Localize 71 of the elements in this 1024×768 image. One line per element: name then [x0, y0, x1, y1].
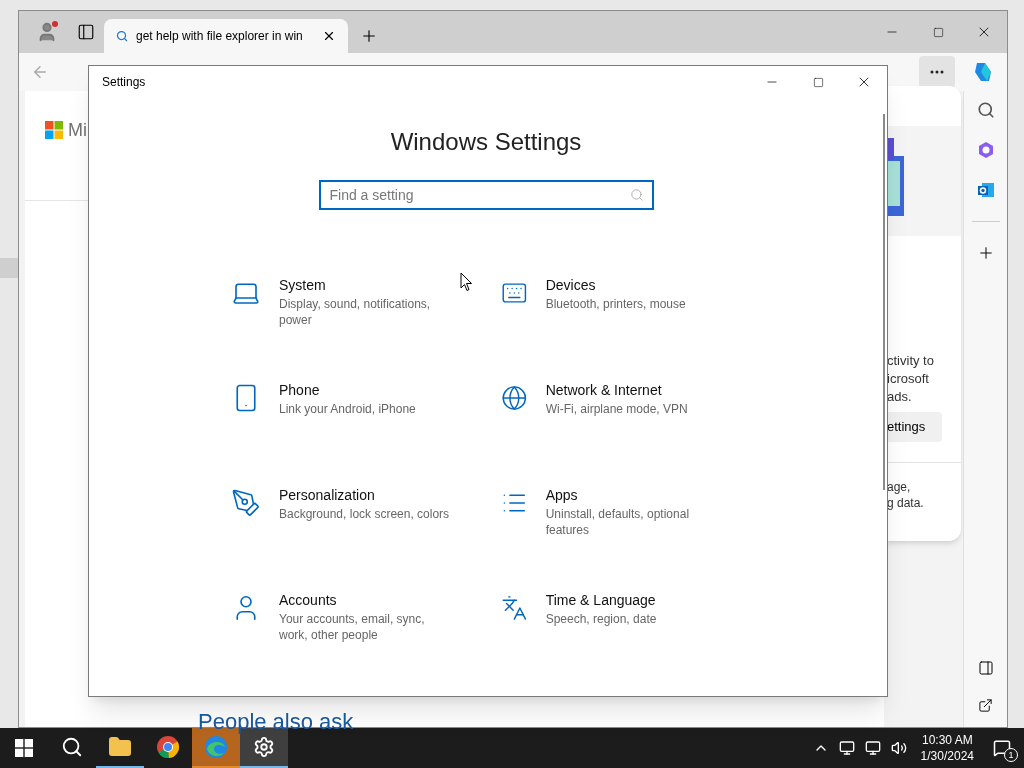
category-description: Your accounts, email, sync, work, other people	[279, 611, 426, 643]
network-icon[interactable]	[864, 740, 881, 756]
round-browser-icon	[156, 735, 180, 759]
category-name: Network & Internet	[545, 381, 663, 399]
category-description: Display, sound, notifications, power	[279, 296, 432, 328]
settings-category[interactable]: Time & Language Speech, region, date	[501, 591, 701, 696]
notifications-button[interactable]: 1	[980, 728, 1024, 768]
settings-category[interactable]: Apps Uninstall, defaults, optional features	[501, 486, 701, 591]
clock-time: 10:30 AM	[921, 732, 973, 748]
search-icon	[629, 188, 644, 202]
category-name: Apps	[545, 486, 579, 504]
settings-category[interactable]: Personalization Background, lock screen, colors	[231, 486, 501, 591]
category-description: Bluetooth, printers, mouse	[545, 296, 687, 312]
section-heading: People also ask	[197, 709, 355, 735]
search-icon[interactable]	[976, 101, 995, 119]
more-button[interactable]	[919, 56, 955, 88]
windows-logo-icon	[15, 739, 33, 757]
maximize-icon	[812, 76, 824, 88]
tab-actions-icon[interactable]	[76, 23, 95, 41]
category-name: Personalization	[279, 486, 376, 504]
chat-bubble-icon	[993, 739, 1011, 757]
settings-category[interactable]: Network & Internet Wi-Fi, airplane mode, VPN	[501, 381, 701, 486]
card-text: ads.	[887, 388, 913, 406]
wave-browser-icon	[204, 735, 228, 759]
maximize-icon	[932, 26, 944, 38]
external-link-icon[interactable]	[978, 698, 993, 713]
page-title: Windows Settings	[390, 127, 582, 157]
category-description: Link your Android, iPhone	[279, 401, 417, 417]
mouse-pointer-icon	[460, 272, 473, 292]
language-icon	[501, 593, 528, 623]
close-tab-icon[interactable]	[322, 29, 336, 43]
speaker-icon[interactable]	[890, 740, 907, 756]
card-text: icrosoft	[887, 370, 930, 388]
category-description: Speech, region, date	[545, 611, 658, 627]
search-icon	[116, 30, 128, 42]
category-name: Time & Language	[545, 591, 657, 609]
card-text: ctivity to	[887, 352, 935, 370]
tab-title: get help with file explorer in win	[136, 28, 304, 45]
browser-tab[interactable]: get help with file explorer in win	[104, 19, 348, 53]
search-field[interactable]: Find a setting	[318, 180, 654, 210]
settings-category[interactable]: Phone Link your Android, iPhone	[231, 381, 501, 486]
scrollbar-thumb[interactable]	[883, 114, 885, 490]
category-name: System	[279, 276, 327, 294]
card-text: g data.	[887, 495, 925, 511]
settings-category[interactable]: Accounts Your accounts, email, sync, work, other people	[231, 591, 501, 696]
category-description: Background, lock screen, colors	[279, 506, 451, 522]
category-description: Uninstall, defaults, optional features	[545, 506, 691, 538]
four-squares-logo-icon	[45, 121, 63, 139]
category-description: Wi-Fi, airplane mode, VPN	[545, 401, 689, 417]
globe-icon	[501, 383, 528, 413]
settings-category[interactable]: System Display, sound, notifications, power	[231, 276, 501, 381]
settings-category[interactable]: Devices Bluetooth, printers, mouse	[501, 276, 701, 381]
settings-icon	[253, 736, 275, 758]
category-name: Devices	[545, 276, 597, 294]
new-tab-icon[interactable]	[360, 27, 378, 45]
category-name: Accounts	[279, 591, 338, 609]
pen-tablet-icon	[231, 488, 261, 518]
search-icon	[61, 736, 83, 758]
window-title: Settings	[101, 74, 147, 91]
clock[interactable]: 10:30 AM 1/30/2024	[914, 728, 980, 768]
clock-date: 1/30/2024	[920, 748, 974, 764]
category-name: Phone	[279, 381, 321, 399]
more-icon	[930, 70, 944, 74]
mail-logo-icon[interactable]	[976, 181, 995, 199]
monitor-icon[interactable]	[838, 740, 855, 756]
logo-text: Mi	[68, 121, 87, 139]
notification-count: 1	[1004, 748, 1018, 762]
folder-icon	[108, 735, 132, 759]
hexagon-logo-icon[interactable]	[976, 141, 995, 159]
card-text: age,	[887, 479, 912, 495]
sidebar-toggle-icon[interactable]	[977, 660, 994, 676]
